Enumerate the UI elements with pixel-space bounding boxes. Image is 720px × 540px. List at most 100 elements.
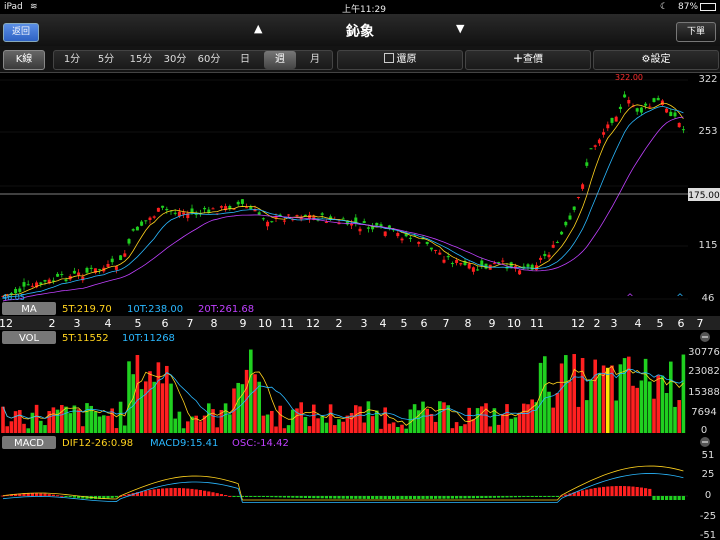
order-button[interactable]: 下單	[676, 22, 716, 42]
tab-period-30m[interactable]: 30分	[160, 51, 190, 69]
tab-period-day[interactable]: 日	[234, 51, 256, 69]
volume-bar	[404, 428, 408, 433]
volume-bar	[379, 428, 383, 433]
candle-body	[135, 226, 139, 231]
osc-bar	[152, 489, 156, 496]
kline-chart[interactable]: 175.00 322.00 46.05 ^ ^ 322 253 115 46 M…	[0, 72, 720, 540]
candle-body	[455, 260, 459, 263]
month-tick: 12	[306, 317, 320, 330]
volume-bar	[9, 421, 14, 433]
ma-tag-label: MA	[21, 304, 37, 315]
candle-body	[408, 237, 412, 239]
osc-bar	[652, 496, 656, 500]
candle-body	[26, 284, 30, 286]
candle-body	[324, 221, 328, 223]
tab-period-month[interactable]: 月	[304, 51, 326, 69]
osc-bar	[627, 486, 631, 496]
volume-bar	[370, 416, 375, 433]
candle-body	[476, 269, 480, 271]
volume-bar	[215, 427, 219, 433]
candle-body	[64, 279, 68, 282]
restore-toggle[interactable]: 還原	[337, 50, 463, 70]
volume-bar	[400, 424, 404, 433]
osc-bar	[530, 496, 534, 497]
candle-body	[211, 208, 215, 210]
osc-bar	[644, 488, 648, 496]
volume-bar	[291, 409, 295, 433]
candle-body	[492, 263, 496, 265]
osc-bar	[165, 488, 169, 496]
y-tick: 322	[698, 74, 717, 85]
volume-bar	[572, 354, 576, 433]
dif-value: DIF12-26:0.98	[62, 438, 133, 449]
volume-bar	[22, 423, 26, 433]
kline-button[interactable]: K線	[3, 50, 45, 70]
volume-bar	[496, 424, 501, 433]
osc-value: OSC:-14.42	[232, 438, 289, 449]
volume-bar	[320, 416, 324, 433]
osc-bar	[56, 495, 60, 497]
volume-bar	[278, 405, 282, 433]
candle-body	[425, 241, 429, 244]
month-tick: 6	[162, 317, 169, 330]
candle-body	[266, 221, 270, 227]
osc-bar	[476, 496, 480, 499]
osc-bar	[337, 496, 341, 499]
candle-body	[282, 220, 286, 222]
tab-period-15m[interactable]: 15分	[126, 51, 156, 69]
osc-bar	[417, 496, 421, 499]
osc-bar	[467, 496, 471, 499]
month-tick: 2	[336, 317, 343, 330]
status-bar: iPad ≋ 上午11:29 ☾ 87%	[0, 0, 720, 15]
volume-bar	[551, 407, 555, 433]
candle-body	[22, 282, 26, 287]
tab-period-week[interactable]: 週	[264, 51, 296, 69]
candle-body	[85, 267, 89, 273]
volume-bar	[160, 383, 165, 433]
y-tick: 51	[702, 450, 715, 461]
osc-bar	[182, 488, 186, 496]
osc-bar	[228, 495, 232, 497]
osc-bar	[547, 496, 551, 497]
tab-period-1m[interactable]: 1分	[58, 51, 86, 69]
osc-bar	[64, 496, 68, 497]
osc-bar	[673, 496, 677, 500]
osc-bar	[207, 491, 211, 496]
month-tick: 5	[401, 317, 408, 330]
vol10-value: 10T:11268	[122, 333, 175, 344]
osc-bar	[358, 496, 362, 499]
candle-body	[547, 254, 551, 258]
osc-bar	[245, 496, 249, 497]
candle-body	[526, 264, 530, 267]
volume-bar	[383, 407, 387, 433]
volume-bar	[207, 403, 211, 433]
volume-bar	[274, 426, 278, 433]
candle-body	[627, 99, 631, 104]
query-button[interactable]: ＋查價	[465, 50, 591, 70]
month-tick: 11	[530, 317, 544, 330]
tab-period-60m[interactable]: 60分	[194, 51, 224, 69]
candle-body	[396, 232, 400, 237]
volume-bar	[257, 381, 261, 433]
settings-button[interactable]: ⚙設定	[593, 50, 719, 70]
osc-bar	[681, 496, 685, 500]
volume-bar	[144, 381, 148, 433]
osc-bar	[665, 496, 669, 500]
volume-bar	[324, 422, 329, 433]
volume-bar	[282, 428, 287, 433]
tab-period-5m[interactable]: 5分	[92, 51, 120, 69]
candle-body	[539, 257, 543, 260]
candle-body	[127, 239, 131, 244]
candle-body	[43, 280, 47, 282]
volume-bar	[253, 374, 257, 433]
volume-bar	[165, 365, 169, 433]
volume-bar	[475, 408, 480, 433]
candle-body	[585, 162, 589, 166]
next-stock-arrow-icon[interactable]: ▼	[456, 22, 464, 35]
osc-bar	[648, 488, 652, 496]
price-series	[1, 91, 685, 302]
osc-bar	[249, 496, 253, 497]
volume-bar	[648, 381, 652, 433]
y-tick: 115	[698, 240, 717, 251]
osc-bar	[455, 496, 459, 499]
